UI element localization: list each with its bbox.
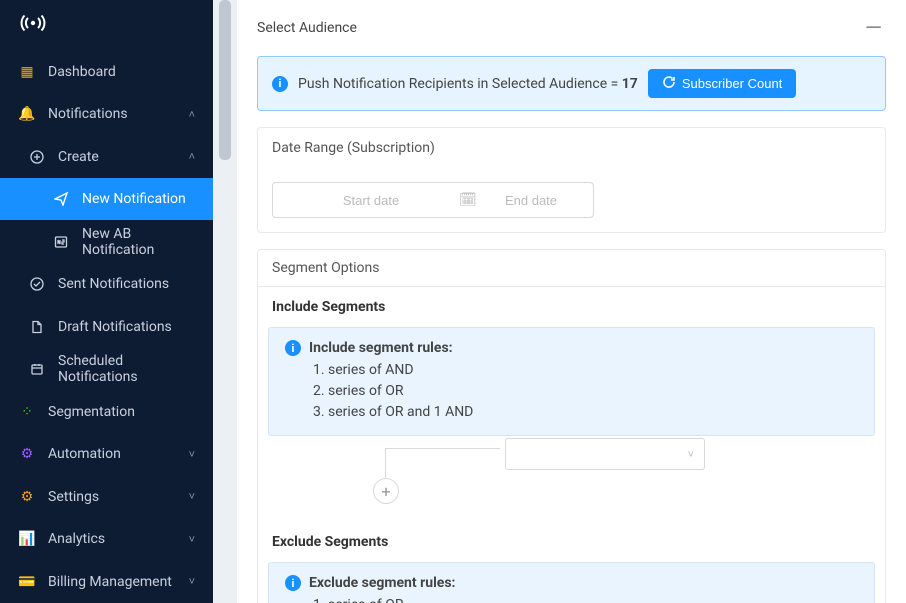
date-range-picker[interactable]: 🗓 🗓 [272,182,594,218]
billing-icon: 💳 [18,574,36,590]
sidebar-item-settings[interactable]: ⚙ Settings ˅ [0,475,213,518]
document-icon [28,320,46,334]
page-title: Select Audience [257,20,861,36]
sidebar-item-scheduled-notifications[interactable]: Scheduled Notifications [0,348,213,391]
chevron-down-icon: ˅ [189,575,195,588]
gear-icon: ⚙ [18,489,36,505]
chevron-down-icon: ˅ [189,490,195,503]
recipient-count-value: 17 [622,76,638,92]
sidebar-item-label: Billing Management [48,574,189,590]
sidebar-item-label: Draft Notifications [58,319,195,335]
scrollbar-track[interactable] [213,0,237,603]
section-header: Select Audience — [257,14,886,42]
sidebar-item-segmentation[interactable]: ⁘ Segmentation [0,390,213,433]
date-range-title: Date Range (Subscription) [258,128,885,168]
plus-circle-icon [28,150,46,164]
list-item: 1. series of OR [313,595,858,603]
include-rules-box: i Include segment rules: 1. series of AN… [268,327,875,436]
sidebar-item-label: Settings [48,489,189,505]
chevron-down-icon: ˅ [688,448,694,461]
sidebar-item-draft-notifications[interactable]: Draft Notifications [0,305,213,348]
connector-line [385,448,500,450]
chevron-up-icon: ˄ [189,108,195,121]
recipient-banner: i Push Notification Recipients in Select… [257,56,886,111]
include-segment-select[interactable]: ˅ [505,438,705,470]
sidebar-item-sent-notifications[interactable]: Sent Notifications [0,263,213,306]
include-rules-heading: Include segment rules: [309,340,453,356]
dashboard-icon: ▦ [18,64,36,80]
info-icon: i [285,575,301,591]
sidebar-item-notifications[interactable]: 🔔 Notifications ˄ [0,93,213,136]
sidebar-item-label: New AB Notification [82,226,195,258]
sidebar-item-analytics[interactable]: 📊 Analytics ˅ [0,518,213,561]
sidebar-item-label: Create [58,149,189,165]
end-date-input[interactable] [443,193,594,208]
list-item: 2. series of OR [313,381,858,402]
ab-test-icon [52,235,70,249]
segment-builder: ˅ + [268,448,875,518]
segment-options-card: Segment Options Include Segments i Inclu… [257,249,886,603]
exclude-rules-heading: Exclude segment rules: [309,575,456,591]
sidebar-item-label: Dashboard [48,64,195,80]
info-icon: i [272,76,288,92]
sidebar-item-new-notification[interactable]: New Notification [0,178,213,221]
bell-icon: 🔔 [18,106,36,122]
sidebar-item-label: Notifications [48,106,189,122]
exclude-segments-title: Exclude Segments [258,522,885,558]
include-segments-title: Include Segments [258,287,885,323]
calendar-icon [28,362,46,376]
collapse-button[interactable]: — [861,16,886,41]
list-item: 3. series of OR and 1 AND [313,402,858,423]
chevron-down-icon: ˅ [189,448,195,461]
date-range-card: Date Range (Subscription) 🗓 🗓 [257,127,886,233]
main: Select Audience — i Push Notification Re… [213,0,906,603]
refresh-icon [662,75,676,92]
sidebar-item-dashboard[interactable]: ▦ Dashboard [0,50,213,93]
recipient-count-text: Push Notification Recipients in Selected… [298,76,638,92]
analytics-icon: 📊 [18,531,36,547]
sidebar-item-label: Automation [48,446,189,462]
sidebar-item-label: Sent Notifications [58,276,195,292]
sidebar-item-label: New Notification [82,191,195,207]
list-item: 1. series of AND [313,360,858,381]
info-icon: i [285,340,301,356]
segmentation-icon: ⁘ [18,404,36,420]
sidebar-item-label: Scheduled Notifications [58,353,195,385]
brand-logo [0,0,213,50]
content: Select Audience — i Push Notification Re… [237,0,906,603]
segment-options-title: Segment Options [258,250,885,287]
broadcast-icon [20,13,46,37]
sidebar-item-label: Segmentation [48,404,195,420]
sidebar-item-automation[interactable]: ⚙ Automation ˅ [0,433,213,476]
exclude-rules-box: i Exclude segment rules: 1. series of OR [268,562,875,603]
check-circle-icon [28,277,46,291]
sidebar-item-new-ab-notification[interactable]: New AB Notification [0,220,213,263]
subscriber-count-button[interactable]: Subscriber Count [648,69,796,98]
send-icon [52,192,70,206]
add-segment-button[interactable]: + [373,478,399,504]
sidebar-item-label: Analytics [48,531,189,547]
chevron-up-icon: ˄ [189,150,195,163]
sidebar-item-billing[interactable]: 💳 Billing Management ˅ [0,560,213,603]
automation-icon: ⚙ [18,446,36,462]
chevron-down-icon: ˅ [189,533,195,546]
scrollbar-thumb[interactable] [219,0,231,160]
subscriber-count-label: Subscriber Count [682,76,782,91]
recipient-text-prefix: Push Notification Recipients in Selected… [298,76,622,92]
sidebar: ▦ Dashboard 🔔 Notifications ˄ Create ˄ N… [0,0,213,603]
sidebar-item-create[interactable]: Create ˄ [0,135,213,178]
